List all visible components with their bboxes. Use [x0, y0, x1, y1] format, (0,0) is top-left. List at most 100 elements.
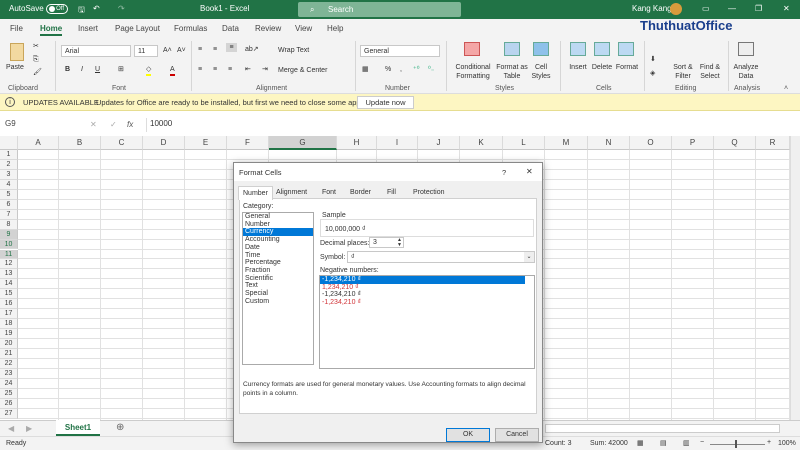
category-item-fraction[interactable]: Fraction [243, 267, 313, 275]
chevron-down-icon[interactable]: ⌄ [524, 252, 534, 262]
column-header-f[interactable]: F [227, 136, 269, 150]
ok-button[interactable]: OK [446, 428, 490, 442]
close-icon[interactable]: ✕ [783, 4, 790, 13]
column-header-j[interactable]: J [418, 136, 460, 150]
row-header-20[interactable]: 20 [0, 339, 18, 349]
wrap-text-button[interactable]: Wrap Text [278, 46, 309, 55]
row-header-8[interactable]: 8 [0, 219, 18, 230]
column-header-q[interactable]: Q [714, 136, 756, 150]
tab-data[interactable]: Data [222, 24, 239, 33]
vertical-scrollbar[interactable] [790, 136, 800, 420]
tab-home[interactable]: Home [40, 24, 63, 36]
tab-page-layout[interactable]: Page Layout [115, 24, 160, 33]
category-item-special[interactable]: Special [243, 290, 313, 298]
column-header-i[interactable]: I [377, 136, 418, 150]
column-header-g[interactable]: G [269, 136, 337, 150]
category-item-general[interactable]: General [243, 213, 313, 221]
ribbon-display-icon[interactable]: ▭ [702, 4, 710, 13]
add-sheet-icon[interactable]: ⊕ [116, 422, 124, 433]
row-header-27[interactable]: 27 [0, 408, 18, 419]
column-header-r[interactable]: R [756, 136, 790, 150]
column-header-d[interactable]: D [143, 136, 185, 150]
find-select-button[interactable]: Find & Select [697, 63, 723, 81]
column-header-k[interactable]: K [460, 136, 503, 150]
category-item-accounting[interactable]: Accounting [243, 236, 313, 244]
font-size-select[interactable]: 11 [134, 45, 158, 57]
category-item-scientific[interactable]: Scientific [243, 275, 313, 283]
dialog-tab-number[interactable]: Number [238, 186, 273, 200]
row-header-16[interactable]: 16 [0, 299, 18, 310]
row-header-1[interactable]: 1 [0, 150, 18, 160]
cancel-icon[interactable]: ✕ [90, 120, 97, 129]
update-now-button[interactable]: Update now [357, 96, 414, 109]
column-header-o[interactable]: O [630, 136, 672, 150]
category-item-date[interactable]: Date [243, 244, 313, 252]
fill-color-icon[interactable]: ◇ [146, 65, 152, 76]
comma-icon[interactable]: , [400, 65, 402, 74]
negative-format-option[interactable]: -1,234,210 ₫ [320, 299, 534, 307]
conditional-formatting-button[interactable]: Conditional Formatting [452, 63, 494, 81]
dialog-tab-font[interactable]: Font [318, 186, 340, 199]
column-header-b[interactable]: B [59, 136, 101, 150]
zoom-out-icon[interactable]: − [700, 439, 704, 446]
align-bottom-icon[interactable]: ≡ [226, 43, 237, 52]
cut-icon[interactable]: ✂ [33, 42, 39, 51]
prev-sheet-icon[interactable]: ◀ [8, 424, 14, 433]
column-header-m[interactable]: M [545, 136, 588, 150]
column-header-n[interactable]: N [588, 136, 630, 150]
category-item-number[interactable]: Number [243, 221, 313, 229]
row-header-18[interactable]: 18 [0, 319, 18, 330]
zoom-slider[interactable] [710, 444, 765, 445]
merge-center-button[interactable]: Merge & Center [278, 66, 327, 75]
enter-icon[interactable]: ✓ [110, 120, 117, 129]
tab-file[interactable]: File [10, 24, 23, 33]
decrease-font-icon[interactable]: A˅ [177, 46, 186, 55]
row-header-19[interactable]: 19 [0, 329, 18, 340]
format-button[interactable]: Format [614, 63, 640, 72]
cell-styles-button[interactable]: Cell Styles [528, 63, 554, 81]
column-header-e[interactable]: E [185, 136, 227, 150]
insert-button[interactable]: Insert [566, 63, 590, 72]
category-item-time[interactable]: Time [243, 252, 313, 260]
dialog-close-icon[interactable]: ✕ [526, 167, 533, 176]
negative-format-option[interactable]: 1,234,210 ₫ [320, 284, 534, 292]
autosave-toggle[interactable]: Off [46, 4, 68, 14]
decimal-places-input[interactable]: 3 ▲ ▼ [369, 237, 404, 248]
sheet-tab-sheet1[interactable]: Sheet1 [56, 420, 100, 436]
row-header-13[interactable]: 13 [0, 269, 18, 280]
increase-decimal-icon[interactable]: ⁺⁰ [413, 65, 420, 74]
dialog-tab-fill[interactable]: Fill [383, 186, 400, 199]
row-header-25[interactable]: 25 [0, 388, 18, 399]
category-item-text[interactable]: Text [243, 282, 313, 290]
row-header-21[interactable]: 21 [0, 349, 18, 359]
paste-button[interactable]: Paste [6, 63, 24, 72]
negative-format-option[interactable]: -1,234,210 ₫ [320, 276, 525, 284]
zoom-in-icon[interactable]: + [767, 439, 771, 446]
row-header-5[interactable]: 5 [0, 189, 18, 200]
minimize-icon[interactable]: — [728, 4, 736, 13]
zoom-level[interactable]: 100% [778, 440, 796, 447]
column-header-a[interactable]: A [18, 136, 59, 150]
insert-function-icon[interactable]: fx [127, 120, 133, 129]
format-as-table-button[interactable]: Format as Table [496, 63, 528, 81]
column-header-c[interactable]: C [101, 136, 143, 150]
row-header-17[interactable]: 17 [0, 309, 18, 320]
column-header-h[interactable]: H [337, 136, 377, 150]
bold-button[interactable]: B [65, 65, 70, 74]
clear-icon[interactable]: ◈ [650, 69, 655, 78]
format-painter-icon[interactable]: 🖌 [33, 68, 42, 77]
font-color-icon[interactable]: A [170, 65, 175, 76]
row-header-10[interactable]: 10 [0, 239, 18, 250]
next-sheet-icon[interactable]: ▶ [26, 424, 32, 433]
copy-icon[interactable]: ⎘ [33, 55, 39, 64]
tab-help[interactable]: Help [327, 24, 343, 33]
category-list[interactable]: General Number Currency Accounting Date Time P… [242, 212, 314, 365]
row-header-24[interactable]: 24 [0, 378, 18, 389]
fill-icon[interactable]: ⬇ [650, 55, 656, 64]
row-header-6[interactable]: 6 [0, 199, 18, 210]
row-header-3[interactable]: 3 [0, 169, 18, 180]
analyze-data-button[interactable]: Analyze Data [733, 63, 759, 81]
increase-indent-icon[interactable]: ⇥ [262, 65, 268, 74]
category-item-currency[interactable]: Currency [243, 228, 313, 237]
help-button[interactable]: ? [502, 168, 506, 177]
